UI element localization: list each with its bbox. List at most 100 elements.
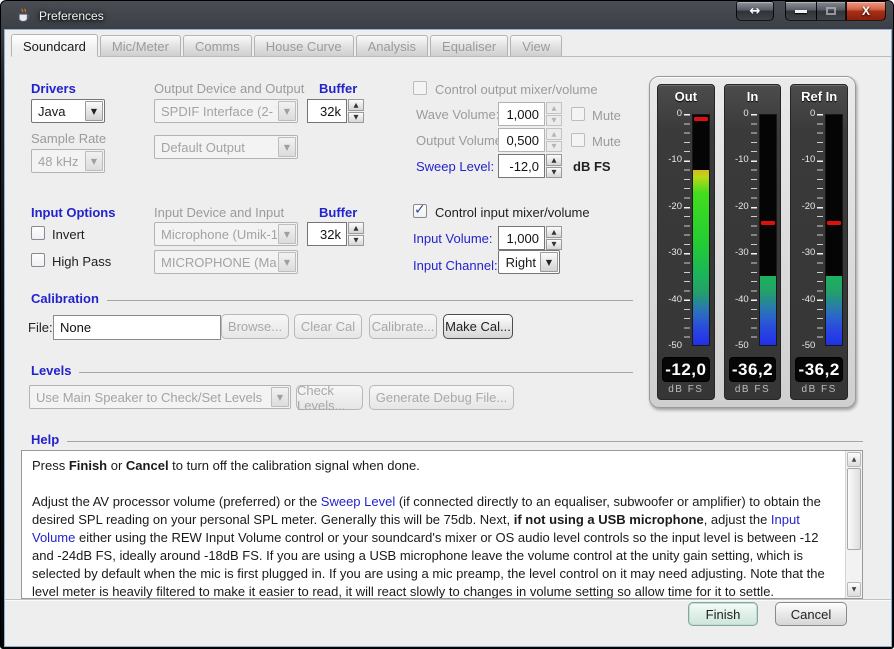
tab-comms[interactable]: Comms [183,35,252,56]
meter-title: In [725,85,781,105]
input-buffer-label: Buffer [319,205,357,220]
tab-house-curve[interactable]: House Curve [254,35,354,56]
input-volume-spinner[interactable]: 1,000 ▲ ▼ [498,226,562,250]
resize-arrows-button[interactable]: ↔ [736,1,774,21]
check-levels-button[interactable]: Check Levels... [296,385,363,410]
maximize-button[interactable] [816,1,846,21]
tab-view[interactable]: View [510,35,562,56]
maximize-icon [826,7,836,15]
help-paragraph: Press Finish or Cancel to turn off the c… [32,457,837,475]
chevron-down-icon: ▼ [278,252,296,272]
spin-down-icon[interactable]: ▼ [348,112,364,124]
section-rule [67,441,863,442]
chevron-down-icon[interactable]: ▼ [540,252,558,272]
output-mute-checkbox[interactable] [571,133,585,147]
sweep-level-label: Sweep Level: [416,159,494,174]
dialog-content: SoundcardMic/MeterCommsHouse CurveAnalys… [5,30,891,646]
spin-up-icon[interactable]: ▲ [348,222,364,234]
input-channel-select[interactable]: Right ▼ [498,250,560,274]
meter-title: Ref In [791,85,847,105]
minimize-button[interactable] [785,1,817,21]
meter-scale-label: -10 [668,155,682,165]
meter-scale-label: -20 [802,202,816,212]
generate-debug-button[interactable]: Generate Debug File... [369,385,514,410]
spin-up-icon: ▲ [546,102,562,114]
calibrate-button[interactable]: Calibrate... [369,314,437,339]
input-device-label: Input Device and Input [154,205,284,220]
spin-up-icon: ▲ [546,128,562,140]
sample-rate-select[interactable]: 48 kHz ▼ [31,149,105,173]
tab-soundcard[interactable]: Soundcard [11,34,98,57]
help-text: Press Finish or Cancel to turn off the c… [22,451,845,598]
chevron-down-icon: ▼ [271,387,289,407]
tab-mic-meter[interactable]: Mic/Meter [100,35,181,56]
levels-section-header: Levels [31,363,633,378]
meter-unit-label: dB FS [791,382,847,399]
help-link[interactable]: Sweep Level [321,494,395,509]
cal-file-field[interactable]: None [53,315,221,340]
input-select[interactable]: MICROPHONE (Master ... ▼ [154,250,298,274]
output-volume-spinner[interactable]: 0,500 ▲ ▼ [498,128,562,152]
meter-title: Out [658,85,714,105]
spin-up-icon[interactable]: ▲ [546,154,562,166]
invert-label: Invert [52,227,85,242]
scroll-down-icon[interactable]: ▼ [847,582,861,597]
driver-select[interactable]: Java ▼ [31,99,105,123]
finish-button[interactable]: Finish [688,602,758,626]
meter-in: In0-10-20-30-40-50-36,2dB FS [724,84,782,400]
meter-scale-label: -40 [668,295,682,305]
tab-analysis[interactable]: Analysis [356,35,428,56]
meter-scale: 0-10-20-30-40-50 [794,114,815,346]
scroll-up-icon[interactable]: ▲ [847,452,861,467]
meter-scale-label: -10 [802,155,816,165]
output-buffer-spinner[interactable]: 32k ▲ ▼ [307,99,364,123]
preferences-window: Preferences ↔ X SoundcardMic/MeterCommsH… [0,0,894,649]
meter-unit-label: dB FS [725,382,781,399]
meter-peak-indicator [827,221,841,225]
sweep-level-spinner[interactable]: -12,0 ▲ ▼ [498,154,562,178]
wave-volume-spinner[interactable]: 1,000 ▲ ▼ [498,102,562,126]
spin-up-icon[interactable]: ▲ [546,226,562,238]
tab-equaliser[interactable]: Equaliser [430,35,508,56]
clear-cal-button[interactable]: Clear Cal [294,314,362,339]
input-channel-label: Input Channel: [413,258,498,273]
spin-up-icon[interactable]: ▲ [348,99,364,111]
check-icon: ✓ [414,202,426,218]
chevron-down-icon: ▼ [85,151,103,171]
meter-out: Out0-10-20-30-40-50-12,0dB FS [657,84,715,400]
meter-scale-label: -40 [802,295,816,305]
meter-bar [759,114,777,346]
chevron-down-icon: ▼ [278,137,296,157]
footer-separator [5,599,891,601]
wave-mute-checkbox[interactable] [571,107,585,121]
level-meters-panel: Out0-10-20-30-40-50-12,0dB FSIn0-10-20-3… [649,76,856,408]
spin-down-icon[interactable]: ▼ [546,239,562,251]
meter-value: -36,2 [729,357,777,382]
scrollbar-thumb[interactable] [847,468,861,550]
input-buffer-spinner[interactable]: 32k ▲ ▼ [307,222,364,246]
output-device-select[interactable]: SPDIF Interface (2- TE7... ▼ [154,99,298,123]
close-button[interactable]: X [846,1,886,21]
control-output-mixer-checkbox[interactable] [413,81,427,95]
output-select[interactable]: Default Output ▼ [154,135,298,159]
help-scrollbar[interactable]: ▲ ▼ [845,451,862,598]
tab-bar: SoundcardMic/MeterCommsHouse CurveAnalys… [11,34,891,57]
levels-selector[interactable]: Use Main Speaker to Check/Set Levels ▼ [29,385,291,409]
chevron-down-icon[interactable]: ▼ [85,101,103,121]
title-bar: Preferences ↔ X [1,1,893,30]
meter-ticks [817,114,823,346]
help-paragraph: Adjust the AV processor volume (preferre… [32,493,837,598]
meter-unit-label: dB FS [658,382,714,399]
spin-down-icon[interactable]: ▼ [348,235,364,247]
output-buffer-label: Buffer [319,81,357,96]
make-cal-button[interactable]: Make Cal... [443,314,513,339]
meter-ticks [684,114,690,346]
high-pass-checkbox[interactable] [31,253,45,267]
invert-checkbox[interactable] [31,226,45,240]
spin-down-icon[interactable]: ▼ [546,167,562,179]
browse-button[interactable]: Browse... [221,314,289,339]
input-device-select[interactable]: Microphone (Umik-1 G... ▼ [154,222,298,246]
chevron-down-icon: ▼ [278,224,296,244]
control-input-mixer-checkbox[interactable]: ✓ [413,204,427,218]
cancel-button[interactable]: Cancel [775,602,847,626]
